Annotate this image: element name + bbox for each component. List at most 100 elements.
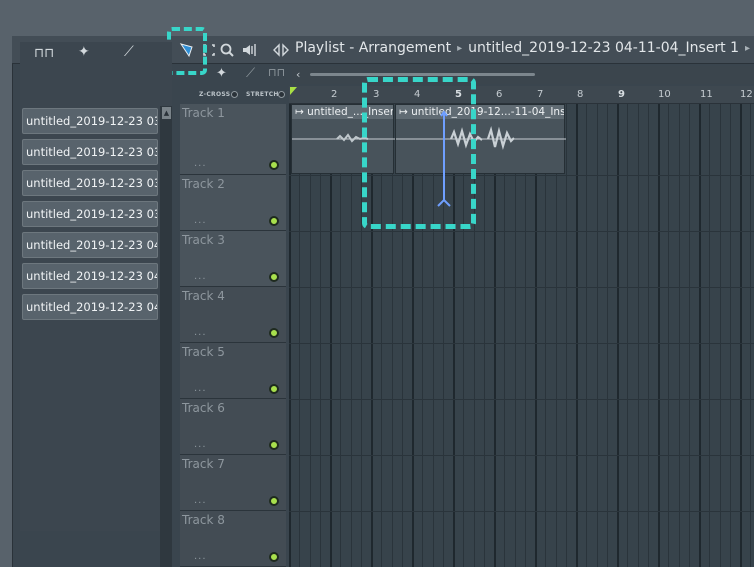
window-title: Playlist - Arrangement xyxy=(295,40,452,56)
list-item[interactable]: untitled_2019-12-23 03-... xyxy=(22,139,158,165)
track-header[interactable]: Track 5 ... xyxy=(180,343,286,399)
select-icon[interactable] xyxy=(200,41,218,59)
track-name: Track 5 xyxy=(182,345,225,359)
automation-icon[interactable]: ⟋ xyxy=(124,44,134,60)
grid-row-line xyxy=(289,343,754,344)
track-header[interactable]: Track 6 ... xyxy=(180,399,286,455)
track-enable-led[interactable] xyxy=(269,328,279,338)
ruler-label: 3 xyxy=(373,89,380,100)
track-enable-led[interactable] xyxy=(269,384,279,394)
track-header[interactable]: Track 4 ... xyxy=(180,287,286,343)
grid-line xyxy=(566,104,567,567)
grid-row-line xyxy=(289,175,754,176)
zcross-dot-icon[interactable] xyxy=(231,91,238,98)
grid-line xyxy=(648,104,649,567)
grid-line xyxy=(740,104,742,567)
clip-label: untitled_2019-12...-11-04_Insert 1 xyxy=(411,106,564,118)
scrollbar-thumb[interactable] xyxy=(310,73,535,76)
song-position-marker[interactable] xyxy=(290,87,297,95)
track-name: Track 3 xyxy=(182,233,225,247)
track-menu-dots[interactable]: ... xyxy=(194,271,207,282)
piano-icon[interactable]: ⊓⊓ xyxy=(34,46,54,61)
playback-icon[interactable] xyxy=(240,41,258,59)
grid-line xyxy=(720,104,721,567)
ruler-label: 12 xyxy=(740,89,753,100)
track-header[interactable]: Track 1 ... xyxy=(180,104,286,175)
list-item[interactable]: untitled_2019-12-23 04-... xyxy=(22,232,158,258)
track-enable-led[interactable] xyxy=(269,272,279,282)
slip-cursor xyxy=(437,110,451,207)
waveform xyxy=(396,125,566,150)
track-name: Track 4 xyxy=(182,289,225,303)
scroll-left-icon[interactable]: ‹ xyxy=(296,68,300,81)
track-enable-led[interactable] xyxy=(269,552,279,562)
track-name: Track 1 xyxy=(182,106,225,120)
list-item[interactable]: untitled_2019-12-23 03-... xyxy=(22,201,158,227)
list-item[interactable]: untitled_2019-12-23 04-... xyxy=(22,294,158,320)
zcross-toggle[interactable]: Z-CROSS xyxy=(199,91,230,98)
track-menu-dots[interactable]: ... xyxy=(194,383,207,394)
track-name: Track 6 xyxy=(182,401,225,415)
stretch-dot-icon[interactable] xyxy=(278,91,285,98)
slice-icon[interactable] xyxy=(178,41,196,59)
track-menu-dots[interactable]: ... xyxy=(194,551,207,562)
grid-line xyxy=(679,104,680,567)
track-enable-led[interactable] xyxy=(269,496,279,506)
breadcrumb-separator-icon: ▸ xyxy=(457,42,463,54)
toolbar-title: Playlist - Arrangement ▸ untitled_2019-1… xyxy=(295,40,750,56)
track-menu-dots[interactable]: ... xyxy=(194,215,207,226)
list-item[interactable]: untitled_2019-12-23 03-... xyxy=(22,108,158,134)
track-enable-led[interactable] xyxy=(269,216,279,226)
ruler-label: 5 xyxy=(455,89,462,100)
grid-line xyxy=(699,104,701,567)
grid-line xyxy=(627,104,628,567)
clip-list: untitled_2019-12-23 03-... untitled_2019… xyxy=(22,108,158,325)
track-menu-dots[interactable]: ... xyxy=(194,495,207,506)
nav-arrows-icon[interactable] xyxy=(272,41,290,59)
grid-row-line xyxy=(289,455,754,456)
track-enable-led[interactable] xyxy=(269,160,279,170)
ruler-label: 7 xyxy=(537,89,544,100)
ruler-label: 10 xyxy=(658,89,671,100)
clip-header[interactable]: ↦ untitled_..._Insert 1 xyxy=(292,105,393,119)
zoom-icon[interactable] xyxy=(218,41,236,59)
audio-wave-icon[interactable]: ✦ xyxy=(78,44,90,60)
scroll-up-icon[interactable]: ▲ xyxy=(162,107,171,119)
grid-line xyxy=(709,104,710,567)
track-name: Track 8 xyxy=(182,513,225,527)
track-header[interactable]: Track 3 ... xyxy=(180,231,286,287)
timeline-scrollbar[interactable]: ‹ xyxy=(292,66,754,84)
track-header[interactable]: Track 8 ... xyxy=(180,511,286,567)
clip-header[interactable]: ↦ untitled_2019-12...-11-04_Insert 1 xyxy=(396,105,564,119)
track-enable-led[interactable] xyxy=(269,440,279,450)
wave-tool-icon[interactable]: ✦ xyxy=(216,66,227,81)
grid-row-line xyxy=(289,511,754,512)
list-item[interactable]: untitled_2019-12-23 04-... xyxy=(22,263,158,289)
browser-scrollbar[interactable] xyxy=(160,106,172,567)
track-menu-dots[interactable]: ... xyxy=(194,327,207,338)
audio-clip[interactable]: ↦ untitled_2019-12...-11-04_Insert 1 xyxy=(395,104,566,174)
track-header[interactable]: Track 7 ... xyxy=(180,455,286,511)
grid-row-line xyxy=(289,399,754,400)
ruler-label: 4 xyxy=(414,89,421,100)
pattern-dropdown-icon[interactable]: ▸ xyxy=(745,43,750,54)
clip-label: untitled_..._Insert 1 xyxy=(307,106,393,118)
link-icon[interactable]: ⟋ xyxy=(246,66,255,81)
pattern-name[interactable]: untitled_2019-12-23 04-11-04_Insert 1 xyxy=(468,40,739,56)
track-headers: Track 1 ... Track 2 ... Track 3 ... Trac… xyxy=(180,104,288,567)
track-menu-dots[interactable]: ... xyxy=(194,158,207,169)
grid-line xyxy=(607,104,608,567)
track-header[interactable]: Track 2 ... xyxy=(180,175,286,231)
audio-clip[interactable]: ↦ untitled_..._Insert 1 xyxy=(291,104,395,174)
ruler-label: 2 xyxy=(331,89,338,100)
track-menu-dots[interactable]: ... xyxy=(194,439,207,450)
timeline-ruler[interactable]: 2 3 4 5 6 7 8 9 10 11 12 xyxy=(289,86,754,104)
track-name: Track 7 xyxy=(182,457,225,471)
ruler-label: 6 xyxy=(496,89,503,100)
grid-line xyxy=(750,104,751,567)
stretch-toggle[interactable]: STRETCH xyxy=(246,91,279,98)
browser-toolbar: ⊓⊓ ✦ ⟋ xyxy=(20,42,172,66)
list-item[interactable]: untitled_2019-12-23 03-... xyxy=(22,170,158,196)
keyboard-icon[interactable]: ⊓⊓ xyxy=(268,66,285,79)
grid-line xyxy=(668,104,669,567)
